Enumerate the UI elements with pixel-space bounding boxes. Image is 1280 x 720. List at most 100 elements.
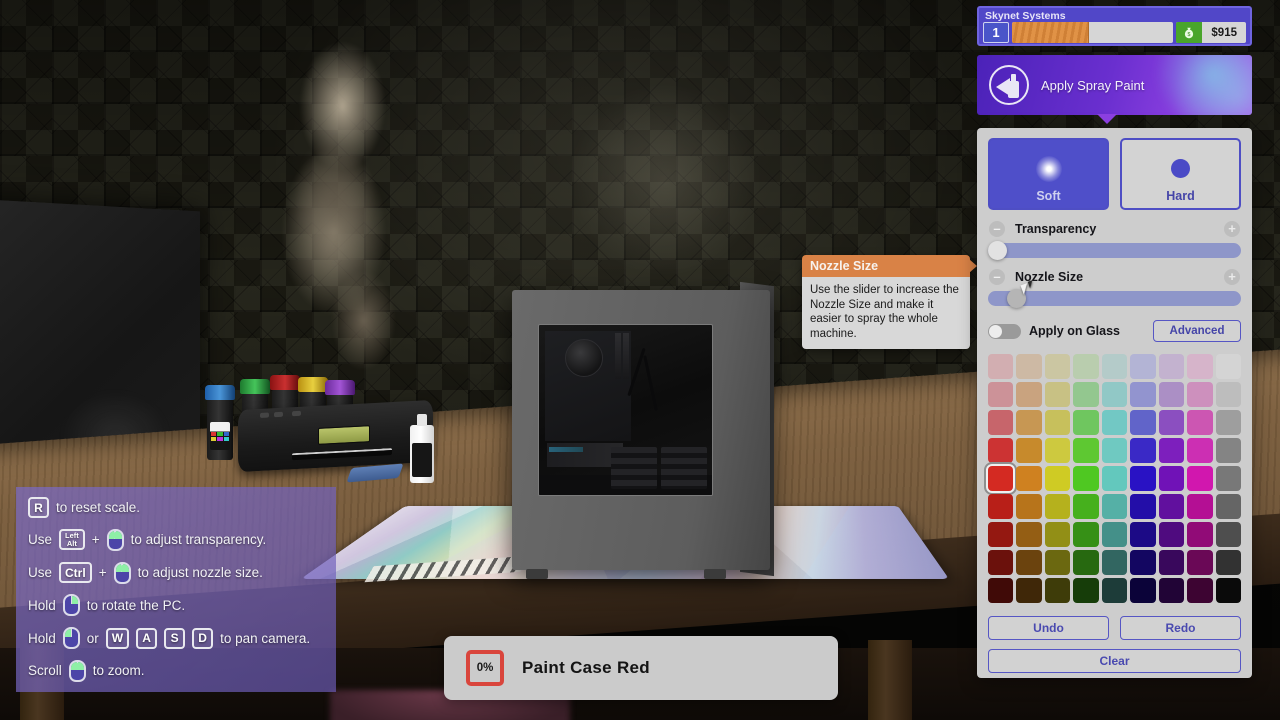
- nozzle-size-increase-button[interactable]: +: [1224, 269, 1240, 285]
- color-swatch[interactable]: [1101, 466, 1128, 491]
- color-swatch[interactable]: [1187, 578, 1213, 603]
- transparency-decrease-button[interactable]: –: [989, 221, 1005, 237]
- color-swatch[interactable]: [1215, 382, 1241, 407]
- color-swatch[interactable]: [988, 438, 1014, 463]
- color-swatch[interactable]: [1101, 494, 1128, 519]
- hud-stats-row: 1 $ $915: [983, 22, 1246, 43]
- color-swatch[interactable]: [1016, 382, 1042, 407]
- color-swatch[interactable]: [1158, 550, 1185, 575]
- color-swatch[interactable]: [1073, 438, 1099, 463]
- color-swatch[interactable]: [1016, 522, 1042, 547]
- advanced-button[interactable]: Advanced: [1153, 320, 1241, 342]
- color-swatch[interactable]: [988, 494, 1014, 519]
- color-swatch[interactable]: [988, 522, 1014, 547]
- brush-soft-button[interactable]: Soft: [988, 138, 1109, 210]
- color-swatch[interactable]: [1044, 466, 1071, 491]
- color-swatch[interactable]: [1215, 354, 1241, 379]
- color-swatch[interactable]: [1158, 354, 1185, 379]
- color-swatch[interactable]: [1158, 382, 1185, 407]
- color-swatch[interactable]: [1016, 494, 1042, 519]
- transparency-slider[interactable]: [988, 241, 1241, 260]
- color-swatch[interactable]: [1215, 410, 1241, 435]
- color-swatch[interactable]: [1158, 466, 1185, 491]
- color-swatch[interactable]: [1044, 522, 1071, 547]
- color-swatch[interactable]: [1215, 466, 1241, 491]
- color-swatch[interactable]: [1187, 438, 1213, 463]
- color-swatch[interactable]: [1215, 550, 1241, 575]
- color-swatch[interactable]: [1158, 410, 1185, 435]
- color-swatch[interactable]: [1073, 354, 1099, 379]
- color-swatch[interactable]: [988, 410, 1014, 435]
- color-swatch[interactable]: [1215, 578, 1241, 603]
- color-swatch[interactable]: [1016, 466, 1042, 491]
- color-swatch[interactable]: [1215, 494, 1241, 519]
- clear-button[interactable]: Clear: [988, 649, 1241, 673]
- color-swatch[interactable]: [1073, 466, 1099, 491]
- color-swatch[interactable]: [988, 578, 1014, 603]
- color-swatch[interactable]: [1101, 522, 1128, 547]
- color-swatch[interactable]: [1130, 382, 1156, 407]
- toggle-knob: [989, 324, 1002, 338]
- color-swatch[interactable]: [1130, 494, 1156, 519]
- color-swatch[interactable]: [1101, 354, 1128, 379]
- color-swatch[interactable]: [1130, 578, 1156, 603]
- color-swatch[interactable]: [1215, 522, 1241, 547]
- color-swatch[interactable]: [1073, 494, 1099, 519]
- color-swatch[interactable]: [1044, 354, 1071, 379]
- color-swatch[interactable]: [1044, 438, 1071, 463]
- color-swatch[interactable]: [1044, 550, 1071, 575]
- color-swatch[interactable]: [1187, 410, 1213, 435]
- color-swatch[interactable]: [1187, 522, 1213, 547]
- color-swatch[interactable]: [1130, 550, 1156, 575]
- color-swatch[interactable]: [988, 382, 1014, 407]
- color-swatch[interactable]: [1187, 382, 1213, 407]
- transparency-slider-handle[interactable]: [988, 241, 1007, 260]
- nozzle-size-decrease-button[interactable]: –: [989, 269, 1005, 285]
- transparency-increase-button[interactable]: +: [1224, 221, 1240, 237]
- color-swatch[interactable]: [1044, 410, 1071, 435]
- color-swatch[interactable]: [1044, 578, 1071, 603]
- color-swatch[interactable]: [988, 354, 1014, 379]
- color-swatch[interactable]: [1130, 354, 1156, 379]
- color-swatch[interactable]: [1073, 522, 1099, 547]
- color-swatch[interactable]: [1073, 382, 1099, 407]
- color-swatch[interactable]: [1158, 578, 1185, 603]
- color-swatch[interactable]: [1044, 382, 1071, 407]
- color-swatch[interactable]: [1215, 438, 1241, 463]
- color-swatch[interactable]: [1187, 494, 1213, 519]
- color-swatch[interactable]: [1187, 354, 1213, 379]
- color-swatch[interactable]: [1130, 410, 1156, 435]
- color-swatch[interactable]: [1130, 438, 1156, 463]
- color-swatch[interactable]: [1101, 578, 1128, 603]
- color-swatch[interactable]: [1073, 578, 1099, 603]
- redo-button[interactable]: Redo: [1120, 616, 1241, 640]
- desk-leg-right: [868, 640, 912, 720]
- color-swatch[interactable]: [1158, 494, 1185, 519]
- color-swatch[interactable]: [1016, 354, 1042, 379]
- undo-button[interactable]: Undo: [988, 616, 1109, 640]
- color-swatch[interactable]: [1187, 550, 1213, 575]
- color-swatch[interactable]: [988, 550, 1014, 575]
- color-swatch[interactable]: [1130, 522, 1156, 547]
- color-swatch[interactable]: [983, 462, 1018, 495]
- color-swatch[interactable]: [1158, 438, 1185, 463]
- color-swatch[interactable]: [1073, 550, 1099, 575]
- color-swatch[interactable]: [1101, 410, 1128, 435]
- player-hud: Skynet Systems 1 $ $915: [977, 6, 1252, 46]
- color-swatch[interactable]: [1158, 522, 1185, 547]
- color-swatch[interactable]: [1101, 438, 1128, 463]
- color-swatch[interactable]: [1130, 466, 1156, 491]
- apply-on-glass-toggle[interactable]: [988, 323, 1021, 339]
- color-swatch[interactable]: [1016, 438, 1042, 463]
- color-swatch[interactable]: [1016, 578, 1042, 603]
- color-swatch[interactable]: [1073, 410, 1099, 435]
- printer-paper-slot: [292, 448, 392, 461]
- color-swatch[interactable]: [1044, 494, 1071, 519]
- color-swatch[interactable]: [1187, 466, 1213, 491]
- color-swatch[interactable]: [1016, 550, 1042, 575]
- brush-hard-button[interactable]: Hard: [1120, 138, 1241, 210]
- color-swatch-grid[interactable]: [983, 354, 1241, 603]
- color-swatch[interactable]: [1016, 410, 1042, 435]
- color-swatch[interactable]: [1101, 550, 1128, 575]
- color-swatch[interactable]: [1101, 382, 1128, 407]
